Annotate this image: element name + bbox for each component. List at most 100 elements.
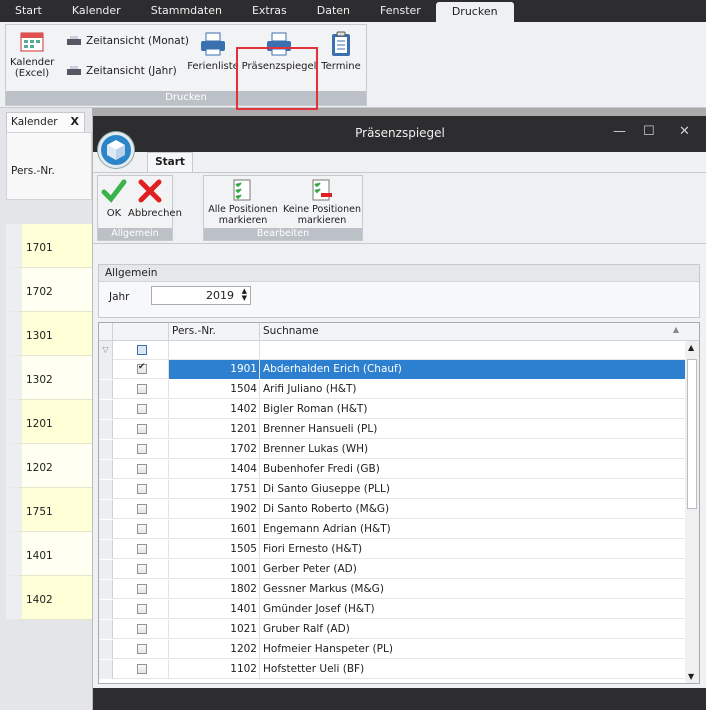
filter-suchname[interactable]	[260, 341, 685, 360]
kalender-excel-label: Kalender (Excel)	[10, 57, 55, 79]
row-checkbox[interactable]	[137, 524, 147, 534]
row-checkbox[interactable]	[137, 624, 147, 634]
row-checkbox[interactable]	[137, 404, 147, 414]
zeitansicht-jahr-button[interactable]: Zeitansicht (Jahr)	[66, 65, 177, 77]
scroll-up-icon[interactable]: ▲	[688, 343, 694, 352]
table-row[interactable]: 1021 Gruber Ralf (AD)	[99, 620, 685, 639]
close-icon[interactable]: X	[71, 113, 79, 131]
checkmark-icon	[101, 179, 127, 203]
table-row[interactable]: 1902 Di Santo Roberto (M&G)	[99, 500, 685, 519]
row-indicator	[99, 540, 113, 559]
select-all-checkbox[interactable]	[137, 345, 147, 355]
close-icon[interactable]: ✕	[679, 124, 690, 139]
keine-positionen-button[interactable]: Keine Positionen markieren	[282, 178, 362, 226]
menu-kalender[interactable]: Kalender	[57, 0, 136, 22]
row-checkbox[interactable]	[137, 584, 147, 594]
row-indicator	[99, 560, 113, 579]
column-header-suchname[interactable]: Suchname	[260, 323, 699, 341]
menu-fenster[interactable]: Fenster	[365, 0, 436, 22]
highlight-frame	[236, 47, 318, 110]
list-item[interactable]: 1302	[6, 356, 92, 400]
menu-drucken[interactable]: Drucken	[435, 2, 514, 22]
row-checkbox[interactable]	[137, 664, 147, 674]
printer-small-icon	[67, 66, 81, 75]
table-row[interactable]: 1702 Brenner Lukas (WH)	[99, 440, 685, 459]
row-indicator	[99, 400, 113, 419]
scroll-down-icon[interactable]: ▼	[688, 672, 694, 681]
row-checkbox[interactable]	[137, 644, 147, 654]
row-checkbox[interactable]	[137, 384, 147, 394]
row-checkbox[interactable]	[137, 504, 147, 514]
row-checkbox[interactable]	[137, 424, 147, 434]
table-row[interactable]: 1901Abderhalden Erich (Chauf)	[99, 360, 685, 379]
row-indicator	[99, 580, 113, 599]
jahr-spinner[interactable]: 2019 ▲ ▼	[151, 286, 251, 305]
table-row[interactable]: 1751 Di Santo Giuseppe (PLL)	[99, 480, 685, 499]
list-item[interactable]: 1402	[6, 576, 92, 620]
row-checkbox[interactable]	[137, 362, 147, 374]
menu-start[interactable]: Start	[0, 0, 57, 22]
menu-extras[interactable]: Extras	[237, 0, 302, 22]
list-item[interactable]: 1202	[6, 444, 92, 488]
table-row[interactable]: 1102 Hofstetter Ueli (BF)	[99, 660, 685, 679]
kalender-excel-button[interactable]: Kalender (Excel)	[10, 31, 54, 79]
praesenzspiegel-dialog: Präsenzspiegel — ☐ ✕ Start OK Abbrechen …	[92, 116, 706, 710]
suchname-cell: Arifi Juliano (H&T)	[263, 383, 357, 395]
table-row[interactable]: 1201 Brenner Hansueli (PL)	[99, 420, 685, 439]
vertical-scrollbar[interactable]: ▲ ▼	[685, 341, 699, 683]
list-item[interactable]: 1301	[6, 312, 92, 356]
table-row[interactable]: 1202 Hofmeier Hanspeter (PL)	[99, 640, 685, 659]
list-item[interactable]: 1401	[6, 532, 92, 576]
row-check-cell	[113, 600, 169, 619]
row-checkbox[interactable]	[137, 464, 147, 474]
row-indicator	[99, 420, 113, 439]
row-check-cell	[113, 520, 169, 539]
row-checkbox[interactable]	[137, 484, 147, 494]
suchname-cell: Brenner Hansueli (PL)	[263, 423, 378, 435]
table-row[interactable]: 1802 Gessner Markus (M&G)	[99, 580, 685, 599]
row-check-cell	[113, 420, 169, 439]
row-check-cell	[113, 480, 169, 499]
menu-stammdaten[interactable]: Stammdaten	[136, 0, 237, 22]
termine-button[interactable]: Termine	[318, 31, 364, 72]
tab-start[interactable]: Start	[147, 152, 193, 172]
list-item[interactable]: 1702	[6, 268, 92, 312]
jahr-label: Jahr	[109, 291, 130, 303]
ok-button[interactable]: OK	[100, 178, 128, 219]
table-row[interactable]: 1001 Gerber Peter (AD)	[99, 560, 685, 579]
abbrechen-button[interactable]: Abbrechen	[128, 178, 182, 219]
minimize-icon[interactable]: —	[613, 124, 626, 139]
row-check-cell	[113, 380, 169, 399]
ferienliste-button[interactable]: Ferienliste	[186, 31, 240, 72]
table-row[interactable]: 1404 Bubenhofer Fredi (GB)	[99, 460, 685, 479]
row-checkbox[interactable]	[137, 564, 147, 574]
row-checkbox[interactable]	[137, 604, 147, 614]
row-checkbox[interactable]	[137, 444, 147, 454]
list-item[interactable]: 1201	[6, 400, 92, 444]
kalender-tab[interactable]: Kalender X	[6, 112, 85, 132]
app-menu-button[interactable]	[98, 132, 134, 168]
list-item[interactable]: 1751	[6, 488, 92, 532]
scroll-thumb[interactable]	[687, 359, 697, 509]
menu-daten[interactable]: Daten	[302, 0, 365, 22]
table-row[interactable]: 1504 Arifi Juliano (H&T)	[99, 380, 685, 399]
zeitansicht-monat-button[interactable]: Zeitansicht (Monat)	[66, 35, 189, 47]
allgemein-section: Allgemein Jahr 2019 ▲ ▼	[98, 264, 700, 318]
row-check-cell	[113, 500, 169, 519]
table-row[interactable]: 1505 Fiori Ernesto (H&T)	[99, 540, 685, 559]
maximize-icon[interactable]: ☐	[643, 124, 655, 139]
alle-positionen-button[interactable]: Alle Positionen markieren	[206, 178, 280, 226]
spin-arrows-icon[interactable]: ▲ ▼	[242, 288, 247, 302]
filter-pers-nr[interactable]	[169, 341, 260, 360]
pers-nr-cell: 1802	[169, 580, 260, 599]
row-checkbox[interactable]	[137, 544, 147, 554]
pers-nr-cell: 1201	[169, 420, 260, 439]
column-header-pers-nr[interactable]: Pers.-Nr.	[169, 323, 260, 341]
table-row[interactable]: 1401 Gmünder Josef (H&T)	[99, 600, 685, 619]
table-row[interactable]: 1601 Engemann Adrian (H&T)	[99, 520, 685, 539]
calendar-excel-icon	[20, 32, 44, 52]
table-row[interactable]: 1402 Bigler Roman (H&T)	[99, 400, 685, 419]
header-check	[113, 323, 169, 341]
suchname-cell: Gruber Ralf (AD)	[263, 623, 350, 635]
list-item[interactable]: 1701	[6, 224, 92, 268]
